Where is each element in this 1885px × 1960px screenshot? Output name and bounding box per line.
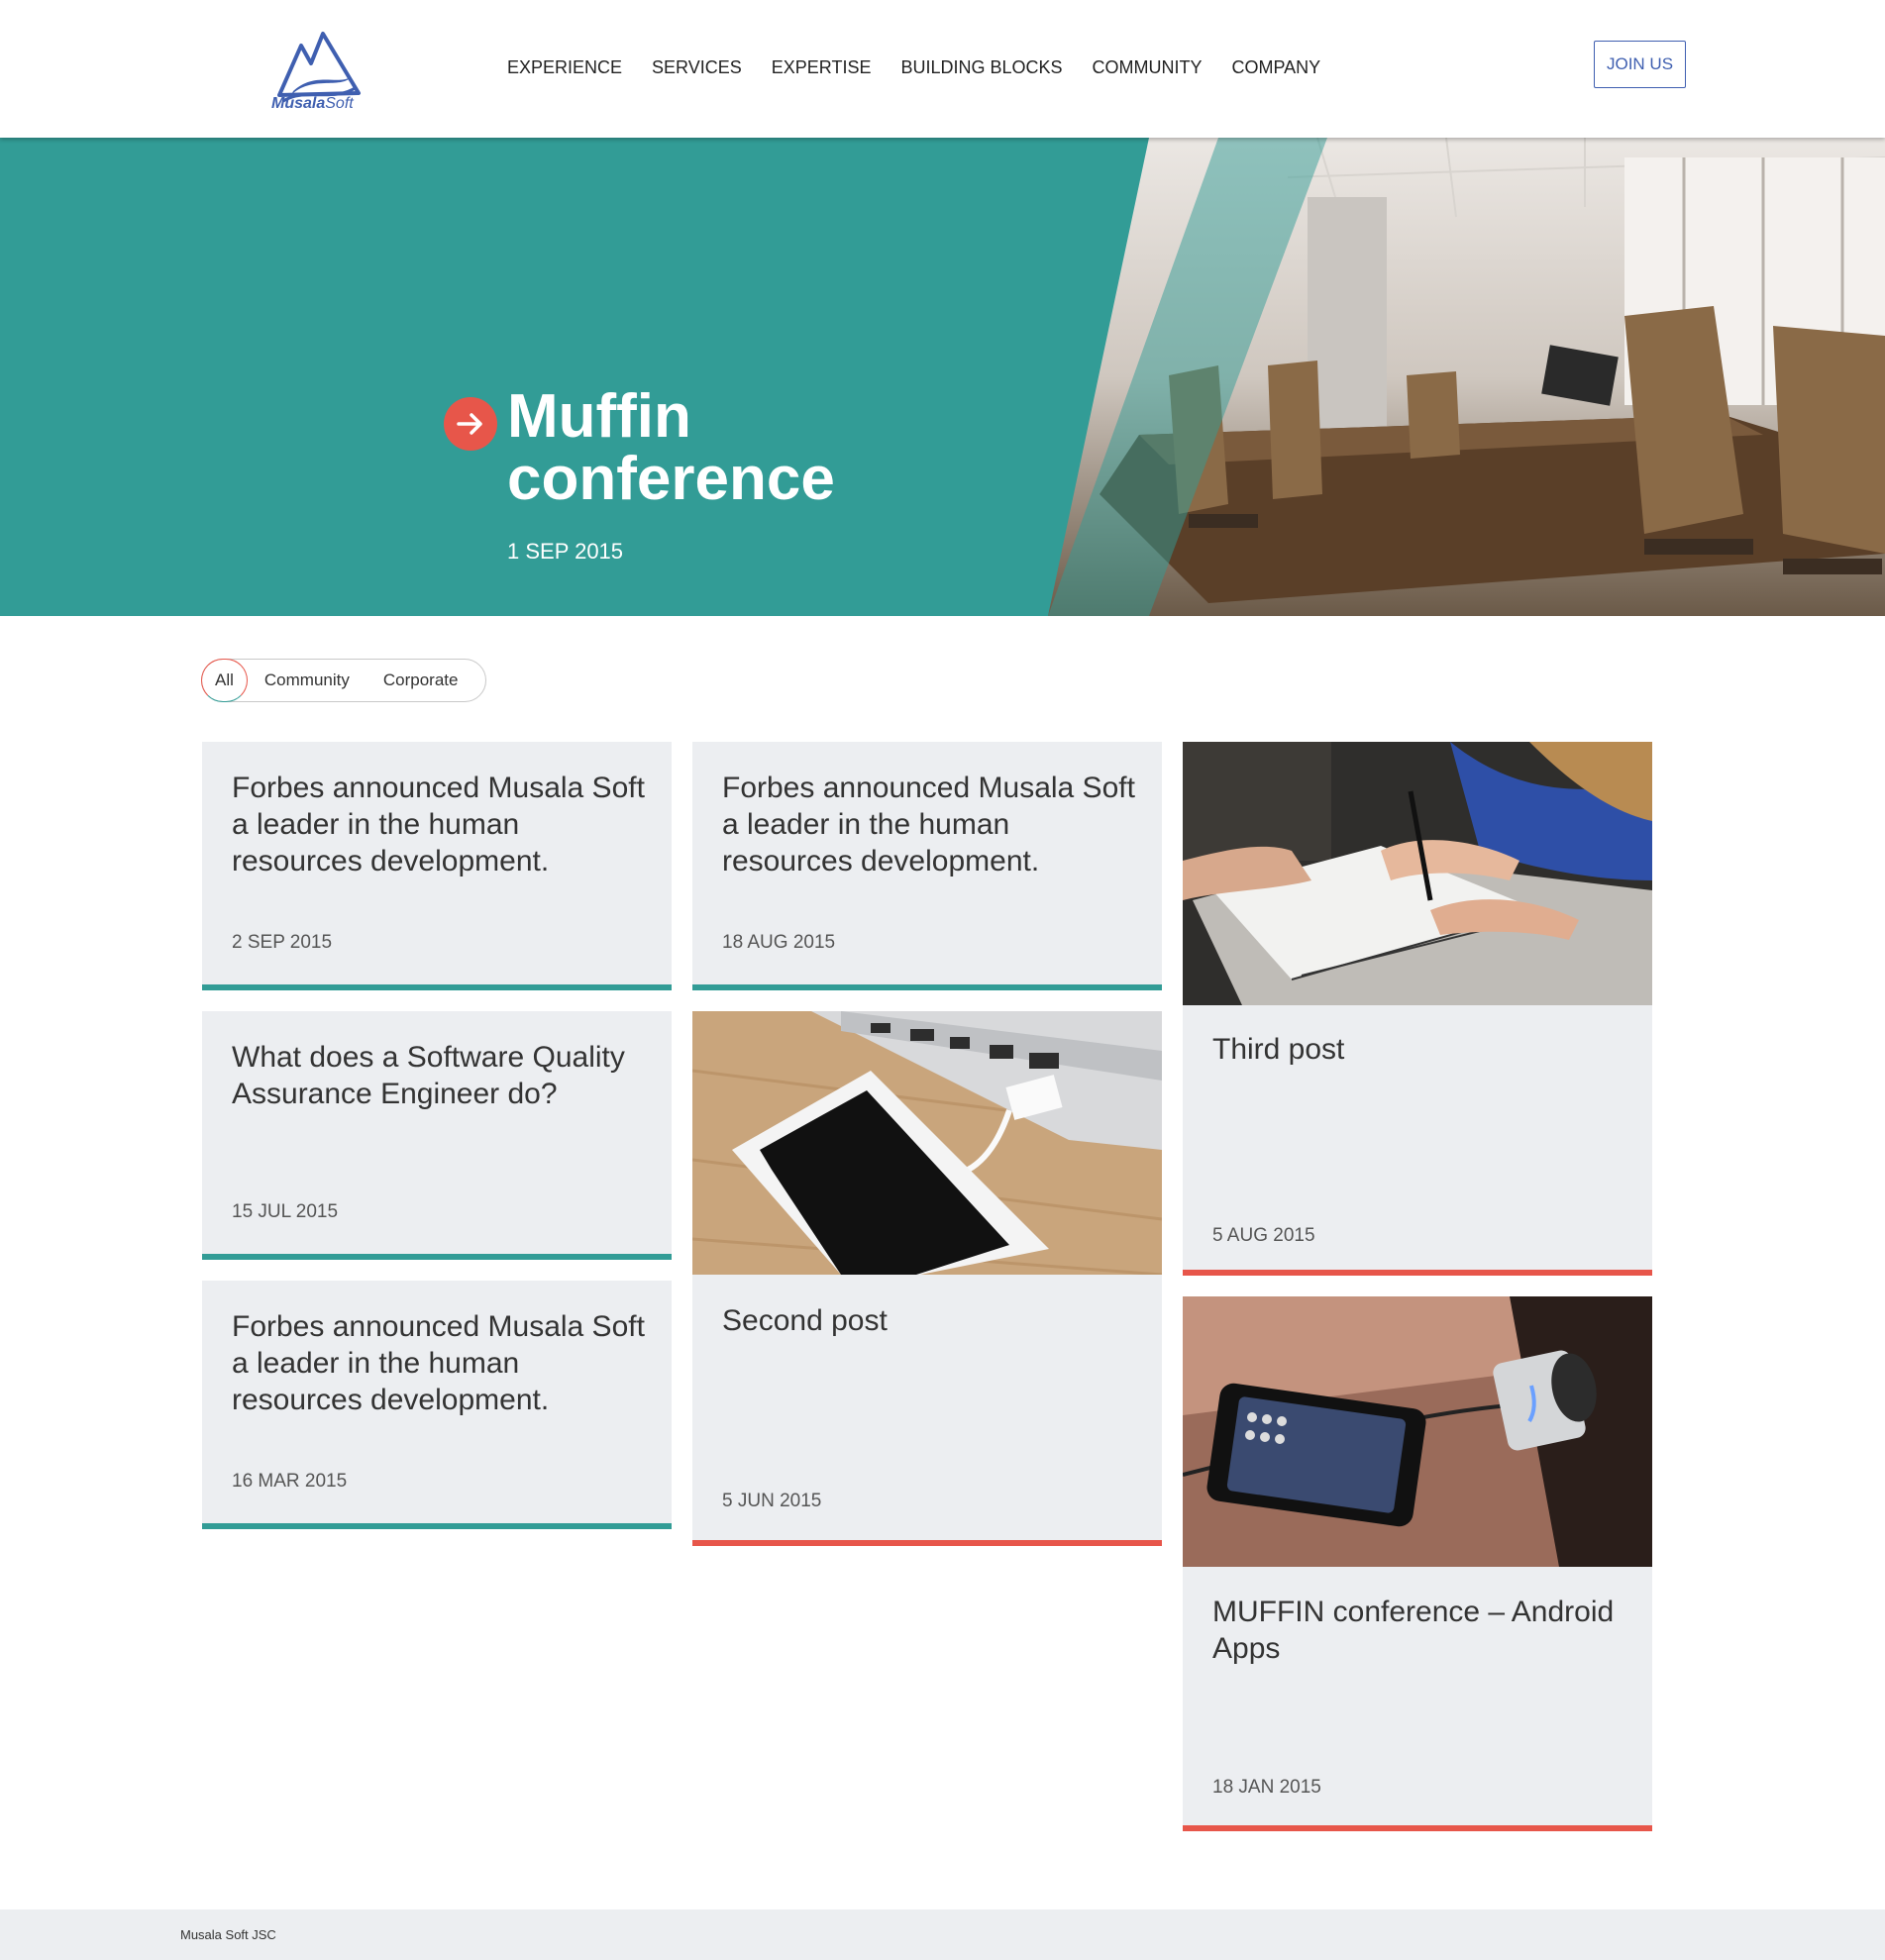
nav-item-company[interactable]: COMPANY [1232, 57, 1321, 78]
post-title[interactable]: Second post [722, 1302, 1138, 1339]
post-title[interactable]: Forbes announced Musala Soft a leader in… [722, 770, 1138, 879]
nav-item-community[interactable]: COMMUNITY [1093, 57, 1203, 78]
hero-title: Muffin conference [507, 382, 835, 513]
filter-community[interactable]: Community [264, 659, 350, 702]
post-title[interactable]: What does a Software Quality Assurance E… [232, 1039, 648, 1112]
phone-speaker-photo[interactable] [1183, 1296, 1652, 1567]
post-title[interactable]: Forbes announced Musala Soft a leader in… [232, 770, 648, 879]
post-title[interactable]: Third post [1212, 1031, 1628, 1068]
filter-all[interactable]: All [201, 659, 248, 702]
filter-corporate[interactable]: Corporate [383, 659, 459, 702]
post-card[interactable]: Forbes announced Musala Soft a leader in… [202, 742, 672, 990]
post-date: 18 JAN 2015 [1212, 1777, 1321, 1798]
post-date: 2 SEP 2015 [232, 932, 333, 953]
category-bar [202, 1254, 672, 1260]
post-date: 18 AUG 2015 [722, 932, 836, 953]
main-nav: EXPERIENCE SERVICES EXPERTISE BUILDING B… [507, 57, 1350, 78]
post-card[interactable]: MUFFIN conference – Android Apps 18 JAN … [1183, 1296, 1652, 1831]
nav-item-expertise[interactable]: EXPERTISE [772, 57, 872, 78]
logo-name-bold: Musala [271, 95, 326, 112]
post-date: 5 JUN 2015 [722, 1491, 822, 1511]
post-card[interactable]: Second post 5 JUN 2015 [692, 1011, 1162, 1546]
category-filter: All Community Corporate [201, 659, 486, 702]
writing-notebook-photo[interactable] [1183, 742, 1652, 1005]
footer-copyright: Musala Soft JSC [180, 1927, 276, 1942]
post-date: 16 MAR 2015 [232, 1471, 348, 1492]
post-title[interactable]: MUFFIN conference – Android Apps [1212, 1594, 1628, 1667]
phone-charging-photo[interactable] [692, 1011, 1162, 1275]
join-us-button[interactable]: JOIN US [1594, 41, 1686, 88]
arrow-right-icon [444, 397, 497, 451]
category-bar [692, 984, 1162, 990]
post-card[interactable]: Forbes announced Musala Soft a leader in… [202, 1281, 672, 1529]
post-card[interactable]: What does a Software Quality Assurance E… [202, 1011, 672, 1260]
category-bar [1183, 1270, 1652, 1276]
category-bar [1183, 1825, 1652, 1831]
category-bar [692, 1540, 1162, 1546]
logo-name-light: Soft [325, 95, 354, 112]
conference-room-photo [1048, 138, 1885, 616]
site-header: MusalaSoft EXPERIENCE SERVICES EXPERTISE… [0, 0, 1885, 138]
post-card[interactable]: Third post 5 AUG 2015 [1183, 742, 1652, 1276]
post-date: 5 AUG 2015 [1212, 1225, 1315, 1246]
nav-item-services[interactable]: SERVICES [652, 57, 742, 78]
post-card[interactable]: Forbes announced Musala Soft a leader in… [692, 742, 1162, 990]
logo-wordmark[interactable]: MusalaSoft [271, 95, 354, 113]
hero-date: 1 SEP 2015 [507, 539, 624, 564]
nav-item-building-blocks[interactable]: BUILDING BLOCKS [900, 57, 1062, 78]
site-footer: Musala Soft JSC [0, 1909, 1885, 1960]
category-bar [202, 1523, 672, 1529]
nav-item-experience[interactable]: EXPERIENCE [507, 57, 622, 78]
category-bar [202, 984, 672, 990]
hero-banner: Muffin conference 1 SEP 2015 [0, 138, 1885, 616]
post-title[interactable]: Forbes announced Musala Soft a leader in… [232, 1308, 648, 1418]
post-date: 15 JUL 2015 [232, 1201, 339, 1222]
